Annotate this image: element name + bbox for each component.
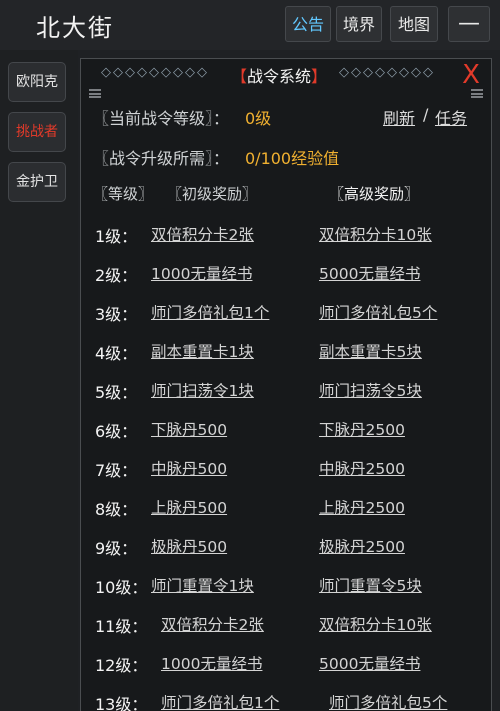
realm-button[interactable]: 境界 [336, 6, 382, 42]
row-level: 6级： [95, 422, 138, 441]
high-reward-link[interactable]: 副本重置卡5块 [319, 340, 422, 362]
high-reward-link[interactable]: 双倍积分卡10张 [319, 613, 432, 635]
map-button[interactable]: 地图 [390, 6, 438, 42]
upgrade-requirement-label: 〖战令升级所需〗： [93, 149, 230, 168]
high-reward-link[interactable]: 中脉丹2500 [319, 457, 405, 479]
high-reward-link[interactable]: 双倍积分卡10张 [319, 223, 432, 245]
top-bar: 北大街 公告 境界 地图 — [0, 0, 500, 50]
basic-reward-link[interactable]: 双倍积分卡2张 [161, 613, 264, 635]
row-level: 11级： [95, 617, 148, 636]
announcement-button[interactable]: 公告 [285, 6, 331, 42]
row-level: 2级： [95, 266, 138, 285]
column-header-high-reward: 〖高级奖励〗 [329, 185, 420, 203]
high-reward-link[interactable]: 5000无量经书 [319, 652, 420, 674]
panel-title: 【战令系统】 [231, 67, 328, 86]
column-header-level: 〖等级〗 [93, 185, 154, 203]
high-reward-link[interactable]: 下脉丹2500 [319, 418, 405, 440]
basic-reward-link[interactable]: 双倍积分卡2张 [151, 223, 254, 245]
basic-reward-link[interactable]: 中脉丹500 [151, 457, 227, 479]
basic-reward-link[interactable]: 师门扫荡令1块 [151, 379, 254, 401]
header-ornament-left: ◇◇◇◇◇◇◇◇◇ [101, 65, 209, 80]
drag-handle-icon-right[interactable] [471, 89, 483, 98]
sidebar: 欧阳克 挑战者 金护卫 [0, 50, 78, 711]
basic-reward-link[interactable]: 下脉丹500 [151, 418, 227, 440]
basic-reward-link[interactable]: 师门重置令1块 [151, 574, 254, 596]
row-level: 9级： [95, 539, 138, 558]
sidebar-item-ouyangke[interactable]: 欧阳克 [8, 62, 66, 102]
column-header-basic-reward: 〖初级奖励〗 [167, 185, 258, 203]
high-reward-link[interactable]: 师门重置令5块 [319, 574, 422, 596]
row-level: 3级： [95, 305, 138, 324]
row-level: 5级： [95, 383, 138, 402]
high-reward-link[interactable]: 极脉丹2500 [319, 535, 405, 557]
high-reward-link[interactable]: 上脉丹2500 [319, 496, 405, 518]
basic-reward-link[interactable]: 师门多倍礼包1个 [151, 301, 269, 323]
current-level-label: 〖当前战令等级〗： [93, 109, 230, 128]
high-reward-link[interactable]: 师门多倍礼包5个 [329, 691, 447, 711]
row-level: 7级： [95, 461, 138, 480]
sidebar-item-gold-guard[interactable]: 金护卫 [8, 162, 66, 202]
menu-button[interactable]: — [448, 6, 490, 42]
link-separator: / [423, 105, 429, 124]
row-level: 4级： [95, 344, 138, 363]
row-level: 8级： [95, 500, 138, 519]
basic-reward-link[interactable]: 上脉丹500 [151, 496, 227, 518]
high-reward-link[interactable]: 师门多倍礼包5个 [319, 301, 437, 323]
basic-reward-link[interactable]: 极脉丹500 [151, 535, 227, 557]
header-ornament-right: ◇◇◇◇◇◇◇◇ [339, 65, 435, 80]
close-button[interactable]: X [459, 61, 483, 89]
row-level: 1级： [95, 227, 138, 246]
high-reward-link[interactable]: 5000无量经书 [319, 262, 420, 284]
task-link[interactable]: 任务 [435, 105, 467, 129]
close-icon: X [462, 60, 480, 90]
location-title: 北大街 [36, 14, 114, 42]
basic-reward-link[interactable]: 1000无量经书 [161, 652, 262, 674]
drag-handle-icon[interactable] [89, 89, 101, 98]
refresh-link[interactable]: 刷新 [383, 105, 415, 129]
panel-header: ◇◇◇◇◇◇◇◇◇ 【战令系统】 ◇◇◇◇◇◇◇◇ X [81, 59, 491, 93]
sidebar-item-challenger[interactable]: 挑战者 [8, 112, 66, 152]
menu-icon: — [458, 11, 480, 36]
battle-pass-panel: ◇◇◇◇◇◇◇◇◇ 【战令系统】 ◇◇◇◇◇◇◇◇ X 〖当前战令等级〗： 0级… [80, 58, 492, 711]
current-level-value: 0级 [245, 109, 272, 128]
row-level: 13级： [95, 695, 148, 711]
high-reward-link[interactable]: 师门扫荡令5块 [319, 379, 422, 401]
row-level: 10级： [95, 578, 148, 597]
basic-reward-link[interactable]: 副本重置卡1块 [151, 340, 254, 362]
upgrade-requirement-value: 0/100经验值 [245, 149, 340, 168]
row-level: 12级： [95, 656, 148, 675]
basic-reward-link[interactable]: 1000无量经书 [151, 262, 252, 284]
basic-reward-link[interactable]: 师门多倍礼包1个 [161, 691, 279, 711]
